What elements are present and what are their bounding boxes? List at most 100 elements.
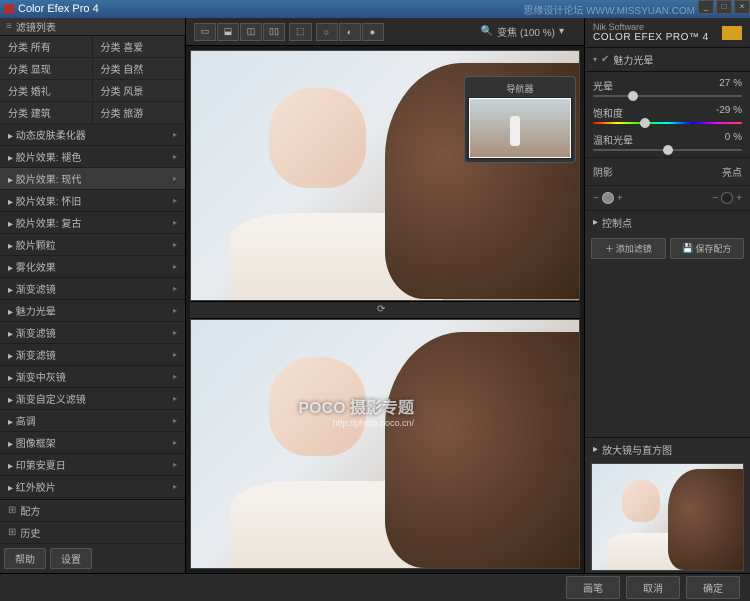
shadow-highlight-dots: −+ −+ bbox=[585, 185, 750, 210]
loupe-label: 放大镜与直方图 bbox=[602, 442, 672, 457]
ok-button[interactable]: 确定 bbox=[686, 576, 740, 599]
navigator-panel[interactable]: 导航器 bbox=[464, 76, 576, 163]
effect-item[interactable]: ▸ 胶片颗粒▸ bbox=[0, 234, 185, 256]
bg-light-button[interactable]: ○ bbox=[316, 23, 338, 41]
effect-item[interactable]: ▸ 动态皮肤柔化器▸ bbox=[0, 124, 185, 146]
highlight-dot[interactable] bbox=[721, 192, 733, 204]
effect-item[interactable]: ▸ 魅力光晕▸ bbox=[0, 300, 185, 322]
cancel-button[interactable]: 取消 bbox=[626, 576, 680, 599]
effect-item[interactable]: ▸ 高调▸ bbox=[0, 410, 185, 432]
brush-button[interactable]: 画笔 bbox=[566, 576, 620, 599]
slider-thumb[interactable] bbox=[663, 145, 673, 155]
shadow-highlight-row: 阴影 亮点 bbox=[585, 157, 750, 185]
sliders-group: 光晕 27 % 饱和度 -29 % 温和光晕 0 % bbox=[585, 72, 750, 157]
app-icon bbox=[4, 4, 14, 14]
slider-value: -29 % bbox=[716, 105, 742, 120]
category-item[interactable]: 分类 旅游 bbox=[93, 102, 186, 124]
effect-item[interactable]: ▸ 雾化效果▸ bbox=[0, 256, 185, 278]
brand-header: Nik Software COLOR EFEX PRO™ 4 bbox=[585, 18, 750, 48]
navigator-title: 导航器 bbox=[468, 80, 572, 97]
footer-button[interactable]: 设置 bbox=[50, 548, 92, 569]
slider-label: 饱和度 bbox=[593, 105, 623, 120]
slider-label: 温和光晕 bbox=[593, 132, 633, 147]
preview-divider[interactable]: ⟳ bbox=[190, 301, 580, 319]
loupe-histogram-header[interactable]: ▸ 放大镜与直方图 bbox=[585, 437, 750, 461]
footer-button[interactable]: 帮助 bbox=[4, 548, 46, 569]
filter-list-header: ≡ 滤镜列表 bbox=[0, 18, 185, 36]
highlight-label: 亮点 bbox=[722, 164, 742, 179]
maximize-button[interactable]: □ bbox=[716, 0, 732, 14]
bg-dark-button[interactable]: ● bbox=[362, 23, 384, 41]
effect-section-header[interactable]: ▾ ✔ 魅力光晕 bbox=[585, 48, 750, 72]
shadow-label: 阴影 bbox=[593, 164, 613, 179]
sidebar: ≡ 滤镜列表 分类 所有分类 喜爱分类 显现分类 自然分类 婚礼分类 风景分类 … bbox=[0, 18, 186, 573]
effect-item[interactable]: ▸ 红外胶片▸ bbox=[0, 476, 185, 498]
effect-item[interactable]: ▸ 胶片效果: 复古▸ bbox=[0, 212, 185, 234]
zoom-dropdown-icon[interactable]: ▾ bbox=[559, 26, 564, 37]
window-title: Color Efex Pro 4 bbox=[18, 3, 99, 15]
close-button[interactable]: × bbox=[734, 0, 750, 14]
preview-area: ⟳ 导航器 POCO 摄影专题 http://photo.poco.cn/ bbox=[186, 46, 584, 573]
watermark-top: 思缘设计论坛 WWW.MISSYUAN.COM bbox=[523, 2, 695, 17]
zoom-label[interactable]: 变焦 (100 %) bbox=[497, 24, 555, 39]
control-points-header[interactable]: ▸ 控制点 bbox=[585, 210, 750, 234]
category-item[interactable]: 分类 自然 bbox=[93, 58, 186, 80]
save-recipe-button[interactable]: 💾保存配方 bbox=[670, 238, 745, 259]
right-panel: Nik Software COLOR EFEX PRO™ 4 ▾ ✔ 魅力光晕 … bbox=[584, 18, 750, 573]
category-grid: 分类 所有分类 喜爱分类 显现分类 自然分类 婚礼分类 风景分类 建筑分类 旅游 bbox=[0, 36, 185, 124]
slider-track[interactable] bbox=[593, 149, 742, 151]
loupe-preview[interactable] bbox=[591, 463, 744, 571]
effect-item[interactable]: ▸ 渐变滤镜▸ bbox=[0, 344, 185, 366]
slider-row: 温和光晕 0 % bbox=[585, 128, 750, 155]
minimize-button[interactable]: _ bbox=[698, 0, 714, 14]
toolbar: ▭ ⬓ ◫ ▯▯ ⬚ ○ ◐ ● 🔍 变焦 (100 %) ▾ bbox=[186, 18, 584, 46]
effect-item[interactable]: ▸ 渐变中灰镜▸ bbox=[0, 366, 185, 388]
panel-header[interactable]: ⊞配方 bbox=[0, 500, 185, 522]
filter-list-label: 滤镜列表 bbox=[16, 19, 56, 34]
bg-gray-button[interactable]: ◐ bbox=[339, 23, 361, 41]
category-item[interactable]: 分类 建筑 bbox=[0, 102, 93, 124]
slider-row: 饱和度 -29 % bbox=[585, 101, 750, 128]
left-panels: ⊞配方⊞历史 bbox=[0, 499, 185, 544]
slider-value: 0 % bbox=[725, 132, 742, 147]
effect-item[interactable]: ▸ 渐变滤镜▸ bbox=[0, 322, 185, 344]
slider-thumb[interactable] bbox=[640, 118, 650, 128]
slider-value: 27 % bbox=[719, 78, 742, 93]
category-item[interactable]: 分类 所有 bbox=[0, 36, 93, 58]
effect-item[interactable]: ▸ 图像框架▸ bbox=[0, 432, 185, 454]
control-points-label: 控制点 bbox=[602, 215, 632, 230]
category-item[interactable]: 分类 喜爱 bbox=[93, 36, 186, 58]
brand-main: COLOR EFEX PRO™ 4 bbox=[593, 32, 709, 43]
compare-button[interactable]: ⬚ bbox=[289, 23, 312, 41]
category-item[interactable]: 分类 风景 bbox=[93, 80, 186, 102]
navigator-thumb[interactable] bbox=[468, 97, 572, 159]
brand-small: Nik Software bbox=[593, 22, 709, 32]
effect-item[interactable]: ▸ 印第安夏日▸ bbox=[0, 454, 185, 476]
slider-track[interactable] bbox=[593, 122, 742, 124]
window-controls: _ □ × bbox=[698, 0, 750, 14]
category-item[interactable]: 分类 婚礼 bbox=[0, 80, 93, 102]
zoom-icon: 🔍 bbox=[481, 26, 493, 37]
preview-after[interactable] bbox=[190, 319, 580, 570]
slider-track[interactable] bbox=[593, 95, 742, 97]
view-split-h-button[interactable]: ⬓ bbox=[217, 23, 239, 41]
effect-item[interactable]: ▸ 胶片效果: 怀旧▸ bbox=[0, 190, 185, 212]
check-icon: ✔ bbox=[601, 54, 609, 65]
effect-item[interactable]: ▸ 油墨效果▸ bbox=[0, 498, 185, 499]
slider-thumb[interactable] bbox=[628, 91, 638, 101]
effect-item[interactable]: ▸ 渐变滤镜▸ bbox=[0, 278, 185, 300]
effect-item[interactable]: ▸ 胶片效果: 褪色▸ bbox=[0, 146, 185, 168]
refresh-icon[interactable]: ⟳ bbox=[377, 304, 393, 316]
slider-label: 光晕 bbox=[593, 78, 613, 93]
add-filter-button[interactable]: ＋添加滤镜 bbox=[591, 238, 666, 259]
view-side-button[interactable]: ▯▯ bbox=[263, 23, 285, 41]
view-split-v-button[interactable]: ◫ bbox=[240, 23, 262, 41]
nik-badge-icon bbox=[722, 26, 742, 40]
effect-item[interactable]: ▸ 胶片效果: 现代▸ bbox=[0, 168, 185, 190]
shadow-dot[interactable] bbox=[602, 192, 614, 204]
panel-header[interactable]: ⊞历史 bbox=[0, 522, 185, 544]
effect-item[interactable]: ▸ 渐变自定义滤镜▸ bbox=[0, 388, 185, 410]
effects-list[interactable]: ▸ 动态皮肤柔化器▸▸ 胶片效果: 褪色▸▸ 胶片效果: 现代▸▸ 胶片效果: … bbox=[0, 124, 185, 499]
category-item[interactable]: 分类 显现 bbox=[0, 58, 93, 80]
view-single-button[interactable]: ▭ bbox=[194, 23, 216, 41]
